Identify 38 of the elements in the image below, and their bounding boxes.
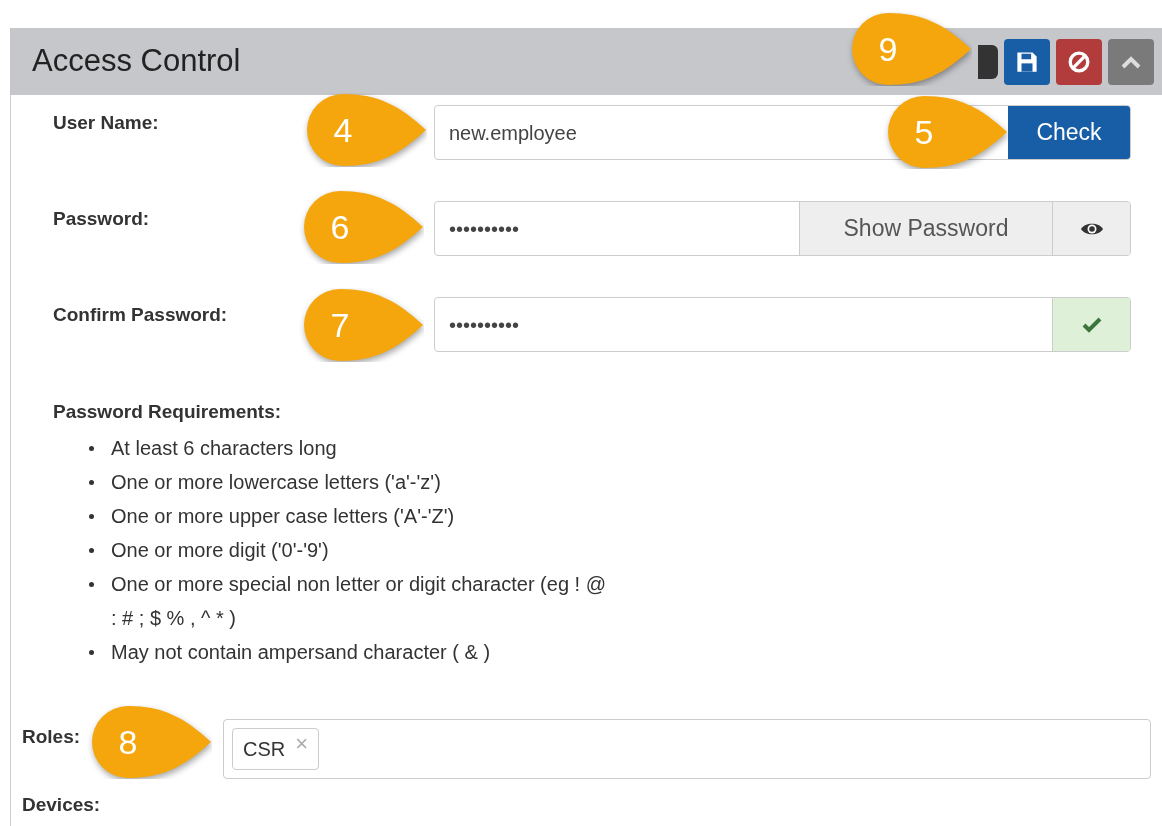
checkmark-icon [1081, 316, 1102, 333]
collapse-button[interactable] [1108, 38, 1154, 85]
requirements-heading: Password Requirements: [53, 400, 283, 424]
input-field[interactable]: •••••••••• Show Password [434, 201, 1131, 256]
bullet-icon [89, 547, 94, 553]
cancel-button[interactable] [1056, 38, 1102, 85]
eye-button[interactable] [1052, 202, 1130, 255]
field-label: Password: [53, 208, 150, 229]
roles-label: Roles: [22, 725, 81, 747]
save-icon [1016, 50, 1038, 73]
save-button[interactable] [1004, 38, 1050, 85]
requirement-text: One or more special non letter or digit character (eg ! @ : # ; $ % , ^ * ) [111, 571, 607, 631]
bullet-icon [89, 479, 94, 485]
devices-label: Devices: [21, 792, 102, 817]
requirement-text: May not contain ampersand character ( & ) [111, 639, 491, 665]
requirement-text: One or more digit ('0'-'9') [111, 537, 329, 563]
field-value: new.employee [449, 120, 577, 146]
bullet-icon [89, 649, 94, 655]
bullet-icon [89, 445, 94, 451]
field-value: •••••••••• [449, 216, 520, 242]
bullet-icon [89, 581, 94, 587]
requirement-text: At least 6 characters long [111, 435, 337, 461]
input-field[interactable]: •••••••••• [434, 297, 1131, 352]
show-password-button[interactable]: Show Password [799, 202, 1052, 255]
tag-label: CSR [243, 736, 286, 762]
check-button[interactable]: Check [1008, 106, 1130, 159]
requirement-text: One or more lowercase letters ('a'-'z') [111, 469, 441, 495]
prohibited-icon [1068, 50, 1090, 73]
requirement-text: One or more upper case letters ('A'-'Z') [111, 503, 455, 529]
field-value: •••••••••• [449, 312, 520, 338]
field-label: Confirm Password: [53, 304, 228, 325]
chevron-up-icon [1121, 54, 1141, 69]
field-label: User Name: [53, 112, 159, 133]
panel-title: Access Control [32, 42, 241, 81]
toolbar-button[interactable] [978, 44, 998, 79]
role-tag[interactable]: CSR × [232, 727, 320, 770]
roles-field[interactable]: CSR × [223, 718, 1151, 779]
bullet-icon [89, 513, 94, 519]
